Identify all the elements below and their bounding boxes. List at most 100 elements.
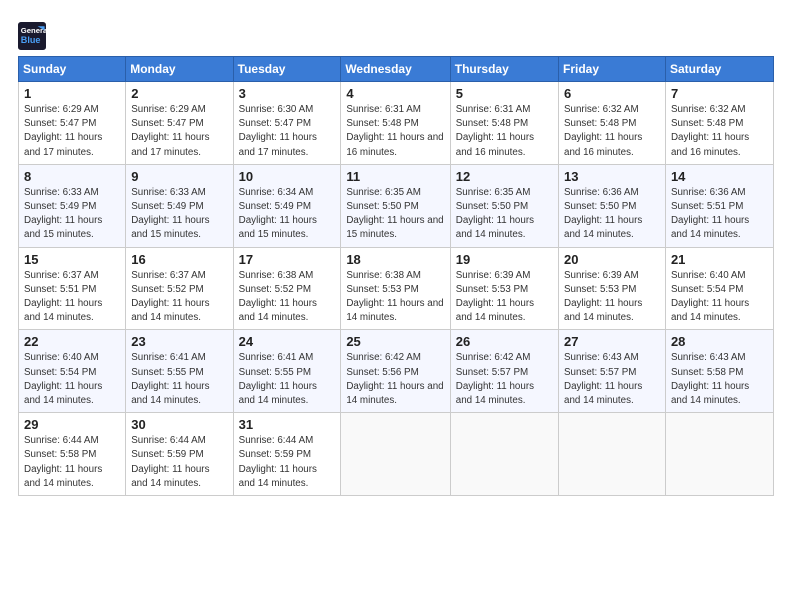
calendar-cell: 22 Sunrise: 6:40 AM Sunset: 5:54 PM Dayl… (19, 330, 126, 413)
calendar-cell: 1 Sunrise: 6:29 AM Sunset: 5:47 PM Dayli… (19, 82, 126, 165)
day-number: 28 (671, 334, 768, 349)
calendar-cell: 25 Sunrise: 6:42 AM Sunset: 5:56 PM Dayl… (341, 330, 450, 413)
calendar-cell: 29 Sunrise: 6:44 AM Sunset: 5:58 PM Dayl… (19, 413, 126, 496)
daylight-text: Daylight: 11 hours and 14 minutes. (564, 215, 642, 240)
daylight-text: Daylight: 11 hours and 14 minutes. (239, 464, 317, 489)
page: General Blue SundayMondayTuesdayWednesda… (0, 0, 792, 612)
week-row-5: 29 Sunrise: 6:44 AM Sunset: 5:58 PM Dayl… (19, 413, 774, 496)
day-number: 26 (456, 334, 553, 349)
sunset-text: Sunset: 5:58 PM (671, 367, 743, 378)
calendar-cell (665, 413, 773, 496)
sunrise-text: Sunrise: 6:35 AM (346, 187, 421, 198)
daylight-text: Daylight: 11 hours and 14 minutes. (456, 298, 534, 323)
calendar-cell: 9 Sunrise: 6:33 AM Sunset: 5:49 PM Dayli… (126, 164, 233, 247)
sunset-text: Sunset: 5:53 PM (346, 284, 418, 295)
sunrise-text: Sunrise: 6:32 AM (564, 104, 639, 115)
sunset-text: Sunset: 5:56 PM (346, 367, 418, 378)
calendar-body: 1 Sunrise: 6:29 AM Sunset: 5:47 PM Dayli… (19, 82, 774, 496)
sunset-text: Sunset: 5:49 PM (239, 201, 311, 212)
week-row-4: 22 Sunrise: 6:40 AM Sunset: 5:54 PM Dayl… (19, 330, 774, 413)
sunset-text: Sunset: 5:47 PM (24, 118, 96, 129)
daylight-text: Daylight: 11 hours and 16 minutes. (346, 132, 443, 157)
sunset-text: Sunset: 5:59 PM (131, 449, 203, 460)
sunset-text: Sunset: 5:59 PM (239, 449, 311, 460)
daylight-text: Daylight: 11 hours and 14 minutes. (24, 381, 102, 406)
day-number: 7 (671, 86, 768, 101)
daylight-text: Daylight: 11 hours and 15 minutes. (131, 215, 209, 240)
calendar-header: SundayMondayTuesdayWednesdayThursdayFrid… (19, 57, 774, 82)
day-number: 11 (346, 169, 444, 184)
day-info: Sunrise: 6:42 AM Sunset: 5:56 PM Dayligh… (346, 351, 444, 408)
sunset-text: Sunset: 5:57 PM (564, 367, 636, 378)
calendar-cell: 24 Sunrise: 6:41 AM Sunset: 5:55 PM Dayl… (233, 330, 341, 413)
day-number: 4 (346, 86, 444, 101)
sunset-text: Sunset: 5:48 PM (564, 118, 636, 129)
day-info: Sunrise: 6:36 AM Sunset: 5:50 PM Dayligh… (564, 186, 660, 243)
day-number: 19 (456, 252, 553, 267)
sunrise-text: Sunrise: 6:41 AM (131, 352, 206, 363)
calendar-cell: 27 Sunrise: 6:43 AM Sunset: 5:57 PM Dayl… (559, 330, 666, 413)
day-info: Sunrise: 6:30 AM Sunset: 5:47 PM Dayligh… (239, 103, 336, 160)
daylight-text: Daylight: 11 hours and 17 minutes. (24, 132, 102, 157)
sunset-text: Sunset: 5:48 PM (346, 118, 418, 129)
sunset-text: Sunset: 5:48 PM (456, 118, 528, 129)
daylight-text: Daylight: 11 hours and 14 minutes. (671, 381, 749, 406)
calendar-cell: 16 Sunrise: 6:37 AM Sunset: 5:52 PM Dayl… (126, 247, 233, 330)
daylight-text: Daylight: 11 hours and 15 minutes. (24, 215, 102, 240)
sunset-text: Sunset: 5:55 PM (131, 367, 203, 378)
calendar-cell: 13 Sunrise: 6:36 AM Sunset: 5:50 PM Dayl… (559, 164, 666, 247)
sunset-text: Sunset: 5:49 PM (131, 201, 203, 212)
day-number: 27 (564, 334, 660, 349)
sunrise-text: Sunrise: 6:43 AM (671, 352, 746, 363)
daylight-text: Daylight: 11 hours and 14 minutes. (131, 298, 209, 323)
sunrise-text: Sunrise: 6:42 AM (346, 352, 421, 363)
daylight-text: Daylight: 11 hours and 14 minutes. (346, 381, 443, 406)
day-number: 3 (239, 86, 336, 101)
day-number: 18 (346, 252, 444, 267)
weekday-row: SundayMondayTuesdayWednesdayThursdayFrid… (19, 57, 774, 82)
day-info: Sunrise: 6:38 AM Sunset: 5:52 PM Dayligh… (239, 269, 336, 326)
sunrise-text: Sunrise: 6:39 AM (456, 270, 531, 281)
calendar-cell: 17 Sunrise: 6:38 AM Sunset: 5:52 PM Dayl… (233, 247, 341, 330)
day-number: 20 (564, 252, 660, 267)
daylight-text: Daylight: 11 hours and 16 minutes. (456, 132, 534, 157)
daylight-text: Daylight: 11 hours and 17 minutes. (131, 132, 209, 157)
daylight-text: Daylight: 11 hours and 14 minutes. (671, 298, 749, 323)
week-row-3: 15 Sunrise: 6:37 AM Sunset: 5:51 PM Dayl… (19, 247, 774, 330)
calendar-cell: 31 Sunrise: 6:44 AM Sunset: 5:59 PM Dayl… (233, 413, 341, 496)
day-info: Sunrise: 6:29 AM Sunset: 5:47 PM Dayligh… (24, 103, 120, 160)
calendar-cell (559, 413, 666, 496)
sunrise-text: Sunrise: 6:44 AM (239, 435, 314, 446)
sunrise-text: Sunrise: 6:38 AM (346, 270, 421, 281)
calendar-cell: 8 Sunrise: 6:33 AM Sunset: 5:49 PM Dayli… (19, 164, 126, 247)
sunset-text: Sunset: 5:48 PM (671, 118, 743, 129)
day-info: Sunrise: 6:39 AM Sunset: 5:53 PM Dayligh… (456, 269, 553, 326)
sunset-text: Sunset: 5:54 PM (24, 367, 96, 378)
sunset-text: Sunset: 5:47 PM (239, 118, 311, 129)
calendar-cell (450, 413, 558, 496)
week-row-1: 1 Sunrise: 6:29 AM Sunset: 5:47 PM Dayli… (19, 82, 774, 165)
calendar-cell: 12 Sunrise: 6:35 AM Sunset: 5:50 PM Dayl… (450, 164, 558, 247)
sunset-text: Sunset: 5:47 PM (131, 118, 203, 129)
calendar-cell: 4 Sunrise: 6:31 AM Sunset: 5:48 PM Dayli… (341, 82, 450, 165)
sunrise-text: Sunrise: 6:30 AM (239, 104, 314, 115)
day-number: 21 (671, 252, 768, 267)
sunrise-text: Sunrise: 6:34 AM (239, 187, 314, 198)
sunrise-text: Sunrise: 6:31 AM (346, 104, 421, 115)
day-number: 15 (24, 252, 120, 267)
week-row-2: 8 Sunrise: 6:33 AM Sunset: 5:49 PM Dayli… (19, 164, 774, 247)
calendar-cell: 5 Sunrise: 6:31 AM Sunset: 5:48 PM Dayli… (450, 82, 558, 165)
svg-text:Blue: Blue (21, 35, 41, 45)
day-info: Sunrise: 6:34 AM Sunset: 5:49 PM Dayligh… (239, 186, 336, 243)
sunrise-text: Sunrise: 6:33 AM (24, 187, 99, 198)
day-info: Sunrise: 6:32 AM Sunset: 5:48 PM Dayligh… (671, 103, 768, 160)
weekday-header-saturday: Saturday (665, 57, 773, 82)
sunset-text: Sunset: 5:53 PM (564, 284, 636, 295)
calendar-cell: 3 Sunrise: 6:30 AM Sunset: 5:47 PM Dayli… (233, 82, 341, 165)
calendar-cell: 28 Sunrise: 6:43 AM Sunset: 5:58 PM Dayl… (665, 330, 773, 413)
day-number: 9 (131, 169, 227, 184)
day-info: Sunrise: 6:33 AM Sunset: 5:49 PM Dayligh… (24, 186, 120, 243)
calendar-cell: 30 Sunrise: 6:44 AM Sunset: 5:59 PM Dayl… (126, 413, 233, 496)
day-info: Sunrise: 6:38 AM Sunset: 5:53 PM Dayligh… (346, 269, 444, 326)
sunrise-text: Sunrise: 6:38 AM (239, 270, 314, 281)
